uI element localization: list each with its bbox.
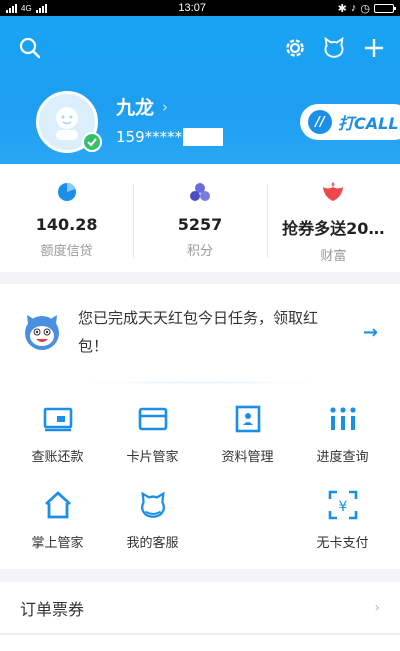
service-profile[interactable]: 资料管理	[200, 394, 295, 480]
card-icon	[138, 404, 168, 434]
stat-value: 5257	[177, 215, 223, 234]
service-home[interactable]: 掌上管家	[10, 480, 105, 566]
profile-icon	[233, 404, 263, 434]
red-packet-notice[interactable]: 您已完成天天红包今日任务，领取红包！ →	[0, 284, 400, 380]
home-icon	[43, 490, 73, 520]
profile-header: 九龙 › 159***** // 打CALL	[0, 16, 400, 164]
stat-label: 额度信贷	[40, 244, 93, 259]
status-bar: 4G 13:07 ✱ ♪ ◷	[0, 0, 400, 16]
phone-masked: 159*****	[116, 128, 183, 146]
services-card: 您已完成天天红包今日任务，领取红包！ → 查账还款 卡片管家 资料管理 进度查询…	[0, 284, 400, 569]
cardless-pay-icon: ¥	[328, 490, 358, 520]
dacall-button[interactable]: // 打CALL	[300, 104, 400, 140]
add-icon[interactable]	[362, 36, 386, 60]
service-card[interactable]: 卡片管家	[105, 394, 200, 480]
service-label: 进度查询	[316, 450, 369, 465]
service-label: 查账还款	[31, 450, 84, 465]
points-icon	[189, 183, 210, 201]
stat-value: 抢券多送20…	[282, 219, 385, 238]
signal-icon	[6, 3, 17, 13]
bottom-spacer	[0, 635, 400, 651]
service-progress[interactable]: 进度查询	[295, 394, 390, 480]
stat-label: 积分	[186, 244, 213, 259]
services-grid: 查账还款 卡片管家 资料管理 进度查询 掌上管家 我的客服 ¥ 无卡支付	[10, 394, 390, 566]
pie-icon	[57, 182, 76, 201]
orders-label: 订单票券	[20, 599, 85, 619]
stats-row: 140.28 额度信贷 5257 积分 抢券多送20… 财富	[0, 164, 400, 272]
service-empty-slot	[200, 480, 295, 566]
wealth-icon	[323, 182, 344, 201]
status-left: 4G	[6, 3, 47, 13]
service-label: 无卡支付	[316, 536, 369, 551]
username-link[interactable]: 九龙 ›	[116, 93, 168, 120]
service-customer[interactable]: 我的客服	[105, 480, 200, 566]
chevron-right-icon: ›	[374, 599, 380, 616]
battery-icon	[374, 3, 396, 13]
chevron-right-icon: ›	[162, 97, 169, 116]
phone-redaction	[183, 128, 224, 146]
service-label: 掌上管家	[31, 536, 84, 551]
service-label: 资料管理	[221, 450, 274, 465]
stat-label: 财富	[320, 249, 347, 264]
mute-icon: ♪	[350, 2, 357, 14]
status-right: ✱ ♪ ◷	[337, 2, 396, 15]
search-icon[interactable]	[18, 36, 42, 60]
service-cardless-pay[interactable]: ¥ 无卡支付	[295, 480, 390, 566]
phone-number: 159*****	[116, 128, 224, 146]
service-bill[interactable]: 查账还款	[10, 394, 105, 480]
alarm-icon: ◷	[360, 2, 370, 15]
stat-points[interactable]: 5257 积分	[133, 164, 266, 272]
stat-value: 140.28	[35, 215, 98, 234]
divider	[70, 381, 330, 384]
service-label: 卡片管家	[126, 450, 179, 465]
service-label: 我的客服	[126, 536, 179, 551]
mascot-icon	[25, 315, 59, 350]
settings-icon[interactable]	[283, 36, 307, 60]
bill-icon	[43, 404, 73, 434]
bluetooth-icon: ✱	[337, 2, 347, 15]
dacall-label: 打CALL	[338, 114, 399, 133]
status-time: 13:07	[178, 2, 206, 14]
customer-service-icon[interactable]	[322, 36, 346, 60]
username: 九龙	[116, 97, 155, 119]
svg-text:¥: ¥	[338, 499, 347, 515]
service-icon	[138, 490, 168, 520]
verified-icon	[82, 132, 102, 152]
network-label: 4G	[21, 3, 32, 13]
stat-credit[interactable]: 140.28 额度信贷	[0, 164, 133, 272]
progress-icon	[328, 404, 358, 434]
stat-wealth[interactable]: 抢券多送20… 财富	[266, 164, 400, 272]
notice-text: 您已完成天天红包今日任务，领取红包！	[78, 309, 319, 355]
orders-row[interactable]: 订单票券 ›	[0, 582, 400, 634]
dacall-icon: //	[308, 110, 332, 134]
arrow-right-icon: →	[362, 321, 378, 343]
signal-icon-2	[35, 3, 47, 13]
